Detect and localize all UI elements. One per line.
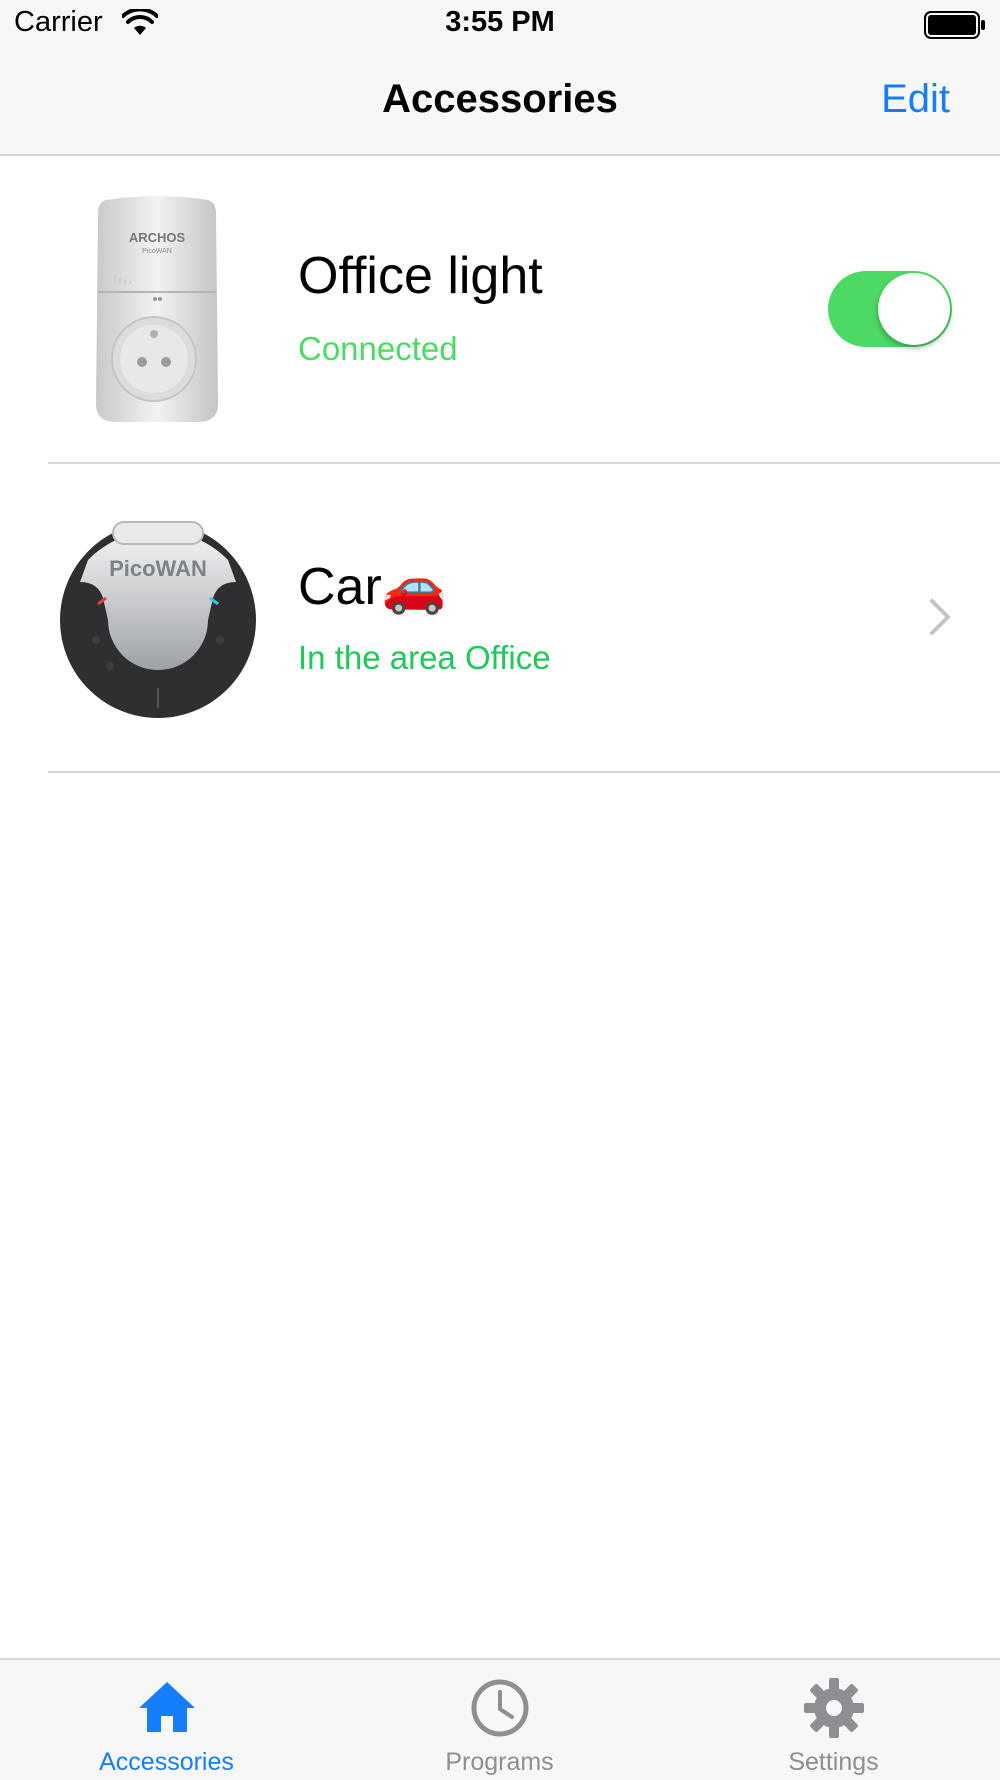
power-toggle[interactable]: [828, 271, 952, 347]
tab-label: Programs: [445, 1748, 554, 1776]
tab-programs[interactable]: Programs: [333, 1660, 666, 1780]
tab-label: Settings: [788, 1748, 879, 1776]
accessory-name: Office light: [298, 247, 543, 305]
toggle-knob: [878, 273, 950, 345]
accessory-status: Connected: [298, 330, 458, 367]
row-separator: [48, 771, 1000, 773]
accessory-row-office-light[interactable]: ARCHOS PicoWAN Office light Connected: [0, 156, 1000, 462]
tab-accessories[interactable]: Accessories: [0, 1660, 333, 1780]
tag-brand-text: PicoWAN: [109, 556, 207, 581]
chevron-right-icon[interactable]: [928, 597, 952, 637]
gear-icon: [803, 1678, 864, 1738]
accessory-name: Car🚗: [298, 558, 447, 616]
accessory-row-car[interactable]: PicoWAN Car🚗 In the area Office: [0, 464, 1000, 770]
plug-model-text: PicoWAN: [142, 248, 172, 255]
tab-label: Accessories: [99, 1748, 234, 1776]
home-icon: [138, 1682, 195, 1732]
tracker-tag-image: PicoWAN: [60, 521, 256, 718]
smart-plug-image: ARCHOS PicoWAN: [96, 196, 218, 422]
plug-brand-text: ARCHOS: [129, 230, 186, 245]
page-title: Accessories: [382, 77, 618, 121]
tab-settings[interactable]: Settings: [667, 1660, 1000, 1780]
status-bar: Carrier 3:55 PM: [0, 0, 1000, 50]
clock-icon: [471, 1679, 528, 1737]
status-time: 3:55 PM: [445, 6, 555, 38]
navigation-bar: Accessories Edit: [0, 50, 1000, 156]
tab-bar: Accessories Programs Settings: [0, 1658, 1000, 1780]
edit-button[interactable]: Edit: [881, 77, 950, 122]
battery-icon: [924, 11, 985, 39]
accessory-status: In the area Office: [298, 639, 551, 676]
